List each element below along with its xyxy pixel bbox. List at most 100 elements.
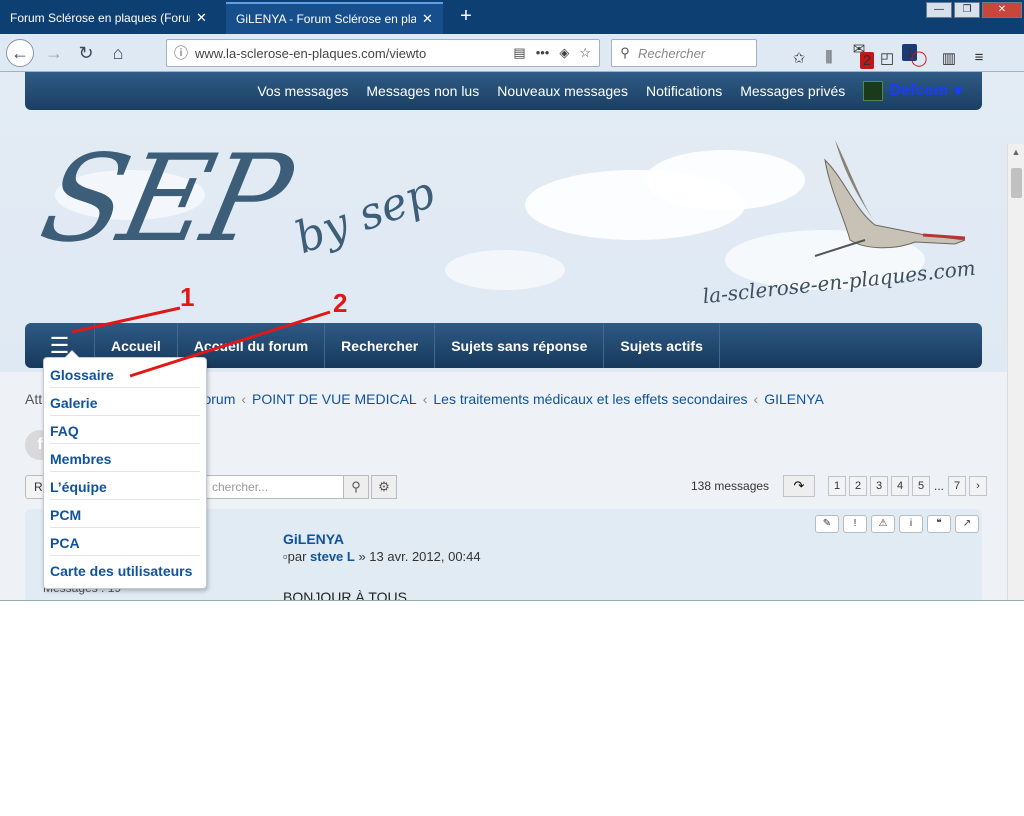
site-banner[interactable]: SEP by sep la-sclerose-en-plaques.com	[25, 110, 982, 322]
tab-strip: Forum Sclérose en plaques (Forum ✕ GiLEN…	[0, 0, 1024, 34]
menu-icon[interactable]: ≡	[970, 49, 988, 66]
nav-private-messages[interactable]: Messages privés	[740, 83, 845, 99]
menu-item-gallery[interactable]: Galerie	[50, 388, 200, 416]
nav-unanswered[interactable]: Sujets sans réponse	[435, 323, 605, 368]
menu-item-team[interactable]: L’équipe	[50, 472, 200, 500]
breadcrumb-item[interactable]: Att	[25, 391, 42, 407]
menu-item-members[interactable]: Membres	[50, 444, 200, 472]
nav-notifications[interactable]: Notifications	[646, 83, 722, 99]
crane-bird-icon	[814, 140, 966, 257]
library-icon[interactable]: ⫼	[820, 49, 838, 66]
bookmarks-star-icon[interactable]: ✩	[790, 49, 808, 67]
gear-icon[interactable]: ⚙	[371, 475, 397, 499]
avatar	[863, 81, 884, 101]
jump-to-page-icon[interactable]: ↷	[783, 475, 815, 497]
breadcrumb-separator: ‹	[753, 391, 759, 407]
pocket-icon[interactable]: ◈	[559, 45, 569, 61]
close-tab-icon[interactable]: ✕	[196, 10, 207, 26]
addon-badge: 2	[859, 52, 875, 69]
nav-active-topics[interactable]: Sujets actifs	[604, 323, 720, 368]
page-scrollbar[interactable]: ▲	[1007, 144, 1024, 600]
nav-toolbar: ← → ↻ ⌂ ⓘ www.la-sclerose-en-plaques.com…	[0, 34, 1024, 72]
info-icon[interactable]: i	[899, 515, 923, 533]
edit-icon[interactable]: ✎	[815, 515, 839, 533]
post-tools: ✎ ! ⚠ i ❝ ↗	[815, 515, 979, 533]
chevron-down-icon: ▾	[953, 83, 962, 100]
menu-item-glossary[interactable]: Glossaire	[50, 360, 200, 388]
breadcrumb-separator: ‹	[422, 391, 428, 407]
pagination: ↷ 1 2 3 4 5 ... 7 ›	[783, 475, 988, 497]
tab-title: Forum Sclérose en plaques (Forum	[10, 11, 190, 25]
menu-item-user-map[interactable]: Carte des utilisateurs	[50, 556, 200, 584]
page-content: Vos messages Messages non lus Nouveaux m…	[0, 72, 1024, 600]
menu-item-faq[interactable]: FAQ	[50, 416, 200, 444]
post-body: BONJOUR À TOUS	[283, 589, 407, 600]
pagination-ellipsis: ...	[934, 479, 945, 493]
info-icon[interactable]: ⓘ	[167, 43, 195, 63]
page-2[interactable]: 2	[849, 476, 867, 496]
breadcrumb-item[interactable]: Les traitements médicaux et les effets s…	[433, 391, 747, 407]
report-icon[interactable]: !	[843, 515, 867, 533]
page-5[interactable]: 5	[912, 476, 930, 496]
tab-title: GiLENYA - Forum Sclérose en plaq	[236, 12, 416, 26]
post-meta-prefix: par	[287, 549, 307, 564]
page-actions-icon[interactable]: •••	[536, 45, 550, 61]
warn-icon[interactable]: ⚠	[871, 515, 895, 533]
message-count: 138 messages	[691, 479, 770, 493]
menu-item-pca[interactable]: PCA	[50, 528, 200, 556]
search-icon[interactable]: ⚲	[343, 475, 369, 499]
logo-subtitle: by sep	[288, 166, 442, 265]
quick-links-dropdown: Glossaire Galerie FAQ Membres L’équipe P…	[43, 350, 207, 589]
quote-icon[interactable]: ❝	[927, 515, 951, 533]
restore-button[interactable]: ❐	[954, 2, 980, 18]
close-tab-icon[interactable]: ✕	[422, 11, 433, 27]
reader-view-icon[interactable]: ▤	[513, 45, 525, 61]
blank-area	[0, 600, 1024, 816]
browser-window: Forum Sclérose en plaques (Forum ✕ GiLEN…	[0, 0, 1024, 600]
post-author[interactable]: steve L	[310, 549, 355, 564]
page-4[interactable]: 4	[891, 476, 909, 496]
user-menu[interactable]: Defcom ▾	[863, 81, 962, 101]
bookmark-star-icon[interactable]: ☆	[579, 45, 591, 61]
window-controls: — ❐ ✕	[926, 2, 1022, 18]
sidebar-icon[interactable]: ▥	[940, 49, 958, 67]
toolbar-icons: ✩ ⫼ ✉2 ◰ 1 ◯ ▥ ≡	[790, 40, 988, 75]
new-tab-button[interactable]: +	[454, 4, 478, 28]
nav-new-messages[interactable]: Nouveaux messages	[497, 83, 628, 99]
addon-icon[interactable]: ◰ 1	[880, 43, 917, 67]
post-title[interactable]: GiLENYA	[283, 531, 344, 547]
forward-button[interactable]: →	[40, 39, 68, 67]
page-1[interactable]: 1	[828, 476, 846, 496]
search-topic-input[interactable]: chercher...	[205, 475, 365, 499]
annotation-label-1: 1	[180, 282, 195, 312]
search-placeholder: Rechercher	[638, 45, 706, 61]
page-7[interactable]: 7	[948, 476, 967, 496]
menu-item-pcm[interactable]: PCM	[50, 500, 200, 528]
annotation-label-2: 2	[333, 288, 348, 318]
back-button[interactable]: ←	[6, 39, 34, 67]
nav-your-messages[interactable]: Vos messages	[257, 83, 348, 99]
addon-icon[interactable]: ✉2	[850, 40, 875, 75]
scroll-up-icon[interactable]: ▲	[1008, 144, 1024, 160]
next-page-icon[interactable]: ›	[969, 476, 988, 496]
user-nav: Vos messages Messages non lus Nouveaux m…	[25, 72, 982, 110]
search-icon: ⚲	[620, 45, 630, 60]
opera-icon[interactable]: ◯	[910, 49, 928, 67]
minimize-button[interactable]: —	[926, 2, 952, 18]
username: Defcom	[889, 82, 948, 99]
breadcrumb-item[interactable]: POINT DE VUE MEDICAL	[252, 391, 417, 407]
home-icon[interactable]: ⌂	[104, 39, 132, 67]
post-date: » 13 avr. 2012, 00:44	[358, 549, 481, 564]
page-3[interactable]: 3	[870, 476, 888, 496]
breadcrumb-item[interactable]: GILENYA	[764, 391, 824, 407]
address-bar[interactable]: ⓘ www.la-sclerose-en-plaques.com/viewto …	[166, 39, 600, 67]
scroll-thumb[interactable]	[1011, 168, 1022, 198]
share-icon[interactable]: ↗	[955, 515, 979, 533]
tab-forum[interactable]: Forum Sclérose en plaques (Forum ✕	[0, 2, 217, 34]
nav-search[interactable]: Rechercher	[325, 323, 436, 368]
close-window-button[interactable]: ✕	[982, 2, 1022, 18]
nav-unread-messages[interactable]: Messages non lus	[366, 83, 479, 99]
reload-button[interactable]: ↻	[72, 39, 100, 67]
tab-gilenya[interactable]: GiLENYA - Forum Sclérose en plaq ✕	[226, 2, 443, 34]
search-field[interactable]: ⚲ Rechercher	[611, 39, 757, 67]
